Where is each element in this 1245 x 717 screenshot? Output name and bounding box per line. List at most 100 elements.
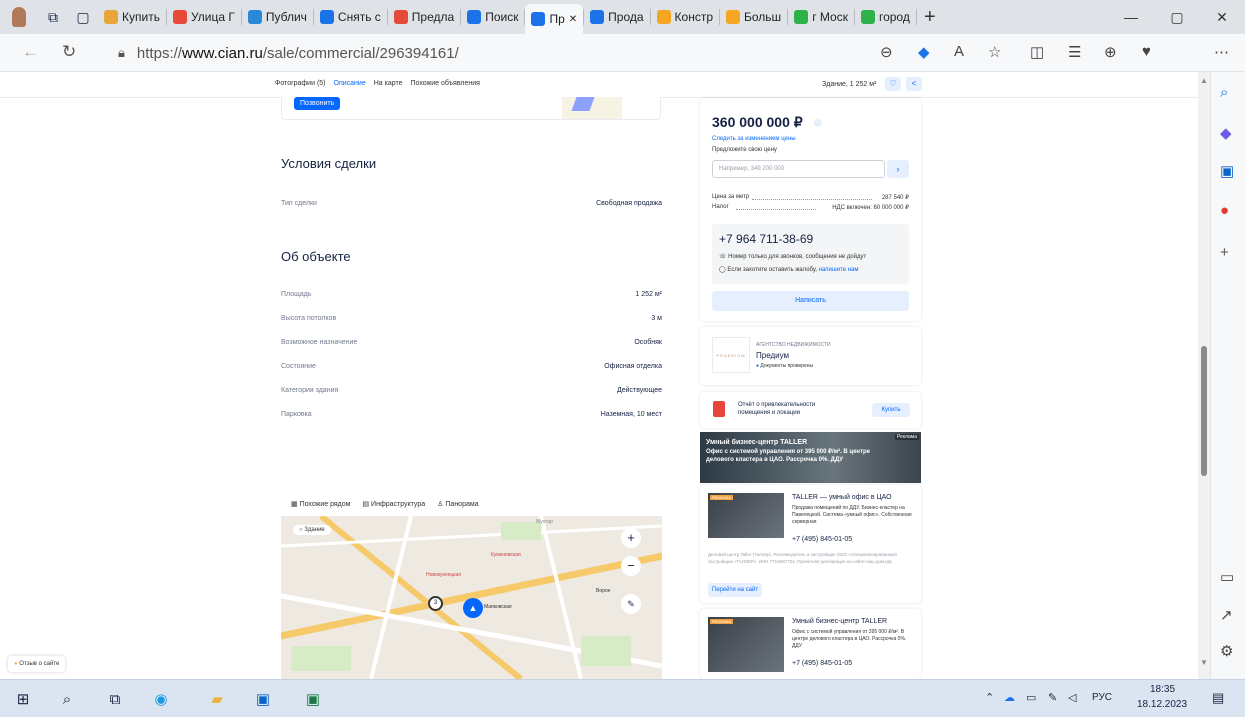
more-menu-icon[interactable]: ⋯	[1214, 43, 1229, 61]
tax-label: Налог	[712, 204, 729, 210]
browser-tab[interactable]: Публич	[242, 0, 313, 34]
minimize-button[interactable]: —	[1108, 0, 1154, 34]
ad-phone[interactable]: +7 (495) 845-01-05	[792, 660, 852, 667]
follow-price-link[interactable]: Следить за изменением цены	[712, 136, 796, 142]
copilot-icon[interactable]: ◆	[1220, 124, 1232, 142]
ad-title[interactable]: Умный бизнес-центр TALLER	[792, 618, 887, 625]
phone-number[interactable]: +7 964 711-38-69	[719, 232, 813, 246]
sticky-header: Фотографии (5) Описание На карте Похожие об…	[0, 72, 1210, 98]
browser-tab[interactable]: Констр	[651, 0, 719, 34]
performance-icon[interactable]: ♥	[1142, 43, 1151, 60]
call-button[interactable]: Позвонить	[294, 97, 341, 110]
clock-date[interactable]: 18.12.2023	[1137, 699, 1187, 710]
map-building-chip[interactable]: ○ Здание	[293, 525, 331, 535]
ruler-icon[interactable]: ✎	[621, 594, 641, 614]
task-view-icon[interactable]: ⧉	[104, 688, 126, 710]
browser-tab[interactable]: Пр ✕	[525, 4, 584, 34]
favorites-list-icon[interactable]: ☰	[1068, 43, 1081, 61]
ad-banner[interactable]: Реклама Умный бизнес-центр TALLER Офис с…	[700, 432, 921, 483]
ad-site-button[interactable]: Перейти на сайт	[708, 583, 762, 597]
write-button[interactable]: Написать	[712, 291, 909, 311]
close-tab-icon[interactable]: ✕	[569, 14, 577, 25]
tab-actions-icon[interactable]: ▢	[68, 9, 98, 26]
share-icon[interactable]: <	[906, 77, 922, 91]
extension-tag-icon[interactable]: ◆	[918, 43, 930, 61]
map[interactable]: ○ Здание Мухтар Кумачевская Новокузнецка…	[281, 516, 662, 679]
map-tab[interactable]: ▦ Похожие рядом	[291, 500, 350, 508]
notifications-icon[interactable]: ▤	[1212, 690, 1224, 706]
browser-tab[interactable]: г Моск	[788, 0, 854, 34]
new-tab-button[interactable]: +	[917, 6, 943, 29]
back-icon[interactable]: ←	[22, 42, 39, 62]
pen-icon[interactable]: ✎	[1048, 691, 1057, 704]
map-object-marker[interactable]: ▲	[463, 598, 483, 618]
lock-icon: 🔒︎	[118, 45, 125, 60]
scroll-up-arrow[interactable]: ▲	[1200, 76, 1208, 85]
agency-verified: ● Документы проверены	[756, 363, 814, 369]
zoom-icon[interactable]: ⊖	[880, 43, 893, 61]
browser-tab[interactable]: Снять с	[314, 0, 387, 34]
feedback-button[interactable]: ● Отзыв о сайте	[8, 656, 66, 672]
browser-tab[interactable]: Больш	[720, 0, 787, 34]
windows-start-icon[interactable]: ⊞	[12, 688, 34, 710]
browser-tab[interactable]: Поиск	[461, 0, 524, 34]
offer-submit-button[interactable]: ›	[887, 160, 909, 178]
edge-icon[interactable]: ◉	[150, 688, 172, 710]
volume-icon[interactable]: ◁	[1068, 691, 1076, 704]
language-indicator[interactable]: РУС	[1092, 692, 1112, 703]
report-buy-button[interactable]: Купить	[872, 403, 910, 417]
excel-icon[interactable]: ▣	[302, 688, 324, 710]
search-icon[interactable]: ⌕	[1220, 84, 1228, 101]
param-label: Площадь	[281, 291, 312, 298]
sticky-nav-item[interactable]: Описание	[334, 80, 366, 87]
file-explorer-icon[interactable]: ▰	[206, 688, 228, 710]
yandex-icon[interactable]: ●	[1220, 202, 1229, 219]
price-info-icon[interactable]	[814, 119, 822, 127]
ad-phone[interactable]: +7 (495) 845-01-05	[792, 536, 852, 543]
refresh-icon[interactable]: ↻	[62, 42, 76, 62]
ad-title[interactable]: TALLER — умный офис в ЦАО	[792, 494, 892, 501]
outlook-icon[interactable]: ▣	[1220, 162, 1234, 180]
sticky-nav-item[interactable]: Похожие объявления	[411, 80, 480, 87]
tray-chevron-icon[interactable]: ⌃	[985, 691, 994, 704]
browser-tab[interactable]: Купить	[98, 0, 166, 34]
open-external-icon[interactable]: ↗	[1220, 606, 1233, 624]
browser-tab[interactable]: Прода	[584, 0, 649, 34]
url-path: /sale/commercial/296394161/	[262, 44, 459, 62]
agency-name[interactable]: Предиум	[756, 351, 789, 360]
url-field[interactable]: 🔒︎ https://www.cian.ru/sale/commercial/2…	[118, 39, 963, 67]
profile-avatar[interactable]	[0, 0, 38, 34]
page-scrollbar[interactable]: ▲ ▼	[1198, 72, 1210, 679]
close-window-button[interactable]: ✕	[1199, 0, 1245, 34]
maximize-button[interactable]: ▢	[1154, 0, 1200, 34]
split-screen-icon[interactable]: ◫	[1030, 43, 1044, 61]
read-aloud-icon[interactable]: A	[954, 43, 964, 60]
outlook-taskbar-icon[interactable]: ▣	[252, 688, 274, 710]
scroll-thumb[interactable]	[1201, 346, 1207, 476]
browser-tab[interactable]: Улица Г	[167, 0, 241, 34]
settings-icon[interactable]: ⚙	[1220, 642, 1233, 660]
zoom-in-button[interactable]: +	[621, 528, 641, 548]
browser-tab[interactable]: город	[855, 0, 916, 34]
search-icon[interactable]: ⌕	[56, 688, 78, 710]
browser-tab[interactable]: Предла	[388, 0, 460, 34]
sticky-nav-item[interactable]: Фотографии (5)	[275, 80, 326, 87]
workspaces-icon[interactable]: ⧉	[38, 9, 68, 26]
complaint-link[interactable]: напишите нам	[819, 267, 859, 273]
deal-title: Условия сделки	[281, 156, 377, 171]
onedrive-icon[interactable]: ☁	[1004, 691, 1015, 704]
zoom-out-button[interactable]: −	[621, 556, 641, 576]
offer-input[interactable]: Например, 349 200 000	[712, 160, 885, 178]
network-icon[interactable]: ▭	[1026, 691, 1036, 704]
map-tab[interactable]: ♙ Панорама	[437, 500, 478, 508]
collections-icon[interactable]: ⊕	[1104, 43, 1117, 61]
scroll-down-arrow[interactable]: ▼	[1200, 658, 1208, 667]
favorite-icon[interactable]: ☆	[988, 43, 1001, 61]
map-tab[interactable]: ▤ Инфраструктура	[362, 500, 425, 508]
heart-icon[interactable]: ♡	[885, 77, 901, 91]
map-cluster-marker[interactable]: 3	[428, 596, 443, 611]
sidebar-toggle-icon[interactable]: ▭	[1220, 568, 1234, 586]
clock-time[interactable]: 18:35	[1150, 684, 1175, 695]
add-sidebar-icon[interactable]: +	[1220, 244, 1229, 261]
sticky-nav-item[interactable]: На карте	[374, 80, 403, 87]
